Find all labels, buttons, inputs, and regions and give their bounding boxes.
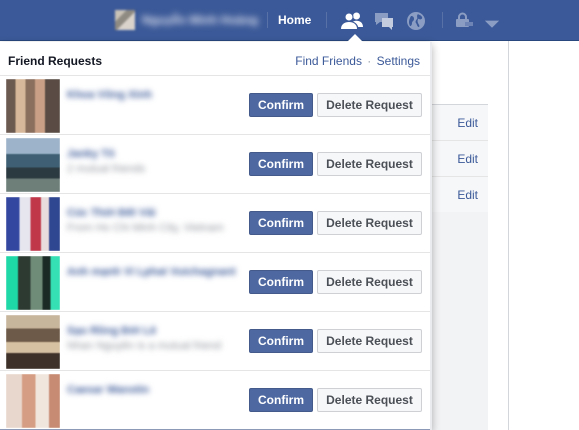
- request-info: Caesar Wanstin: [67, 384, 245, 399]
- requester-name[interactable]: Anh mạnh Vi Lphat Vuichagnant: [67, 266, 245, 278]
- settings-link[interactable]: Settings: [377, 54, 420, 68]
- delete-request-button[interactable]: Delete Request: [317, 93, 422, 117]
- chevron-down-icon[interactable]: [480, 11, 500, 31]
- request-row: Caesar Wanstin Confirm Delete Request: [0, 371, 431, 430]
- requester-subtitle: 2 mutual friends: [67, 163, 146, 175]
- find-friends-link[interactable]: Find Friends: [295, 54, 362, 68]
- confirm-button[interactable]: Confirm: [249, 152, 313, 176]
- popup-title: Friend Requests: [8, 54, 103, 68]
- background-area: [432, 212, 488, 430]
- avatar[interactable]: [6, 374, 60, 428]
- edit-link[interactable]: Edit: [457, 188, 478, 202]
- divider: [326, 12, 327, 28]
- delete-request-button[interactable]: Delete Request: [317, 388, 422, 412]
- privacy-icon[interactable]: [452, 9, 476, 33]
- profile-name-link[interactable]: Nguyễn Minh Hoàng: [142, 13, 260, 26]
- request-row: Janky Tô 2 mutual friends Confirm Delete…: [0, 135, 431, 194]
- confirm-button[interactable]: Confirm: [249, 388, 313, 412]
- requester-name[interactable]: Cúc Thời Đết Vải: [67, 207, 245, 219]
- top-navigation-bar: Nguyễn Minh Hoàng Home: [0, 0, 579, 41]
- request-info: Khoa Võng Xinh: [67, 89, 245, 104]
- messages-icon[interactable]: [372, 9, 396, 33]
- delete-request-button[interactable]: Delete Request: [317, 329, 422, 353]
- confirm-button[interactable]: Confirm: [249, 270, 313, 294]
- friends-icon[interactable]: [340, 9, 364, 33]
- requester-subtitle: Nhan Nguyễn is a mutual friend: [67, 340, 222, 352]
- settings-panel: Edit Edit Edit: [432, 104, 488, 213]
- requester-subtitle: From Ho Chi Minh City, Vietnam: [67, 222, 224, 234]
- header-links: Find Friends · Settings: [295, 54, 420, 68]
- requester-name[interactable]: Caesar Wanstin: [67, 384, 245, 396]
- divider: [442, 12, 443, 28]
- request-row: Cúc Thời Đết Vải From Ho Chi Minh City, …: [0, 194, 431, 253]
- request-row: Anh mạnh Vi Lphat Vuichagnant Confirm De…: [0, 253, 431, 312]
- edit-row: Edit: [432, 141, 488, 177]
- requester-name[interactable]: Sạo Rồng Đới Lê: [67, 325, 245, 337]
- edit-link[interactable]: Edit: [457, 152, 478, 166]
- avatar[interactable]: [6, 197, 60, 251]
- edit-row: Edit: [432, 105, 488, 141]
- page-divider: [508, 41, 509, 430]
- request-info: Janky Tô 2 mutual friends: [67, 148, 245, 175]
- avatar[interactable]: [6, 138, 60, 192]
- confirm-button[interactable]: Confirm: [249, 329, 313, 353]
- request-info: Sạo Rồng Đới Lê Nhan Nguyễn is a mutual …: [67, 325, 245, 352]
- request-row: Khoa Võng Xinh Confirm Delete Request: [0, 76, 431, 135]
- friend-requests-popup: Friend Requests Find Friends · Settings …: [0, 42, 432, 430]
- popup-header: Friend Requests Find Friends · Settings: [0, 42, 431, 76]
- globe-icon[interactable]: [404, 9, 428, 33]
- separator: ·: [367, 54, 372, 68]
- requester-name[interactable]: Khoa Võng Xinh: [67, 89, 245, 101]
- delete-request-button[interactable]: Delete Request: [317, 152, 422, 176]
- request-info: Cúc Thời Đết Vải From Ho Chi Minh City, …: [67, 207, 245, 234]
- requester-name[interactable]: Janky Tô: [67, 148, 245, 160]
- edit-link[interactable]: Edit: [457, 116, 478, 130]
- confirm-button[interactable]: Confirm: [249, 211, 313, 235]
- avatar[interactable]: [6, 256, 60, 310]
- home-link[interactable]: Home: [278, 13, 311, 27]
- profile-avatar[interactable]: [115, 10, 135, 30]
- edit-row: Edit: [432, 177, 488, 213]
- delete-request-button[interactable]: Delete Request: [317, 270, 422, 294]
- divider: [267, 12, 268, 28]
- scrollbar-track[interactable]: [430, 42, 432, 430]
- popup-pointer: [347, 34, 363, 42]
- request-row: Sạo Rồng Đới Lê Nhan Nguyễn is a mutual …: [0, 312, 431, 371]
- request-info: Anh mạnh Vi Lphat Vuichagnant: [67, 266, 245, 281]
- delete-request-button[interactable]: Delete Request: [317, 211, 422, 235]
- avatar[interactable]: [6, 315, 60, 369]
- confirm-button[interactable]: Confirm: [249, 93, 313, 117]
- avatar[interactable]: [6, 79, 60, 133]
